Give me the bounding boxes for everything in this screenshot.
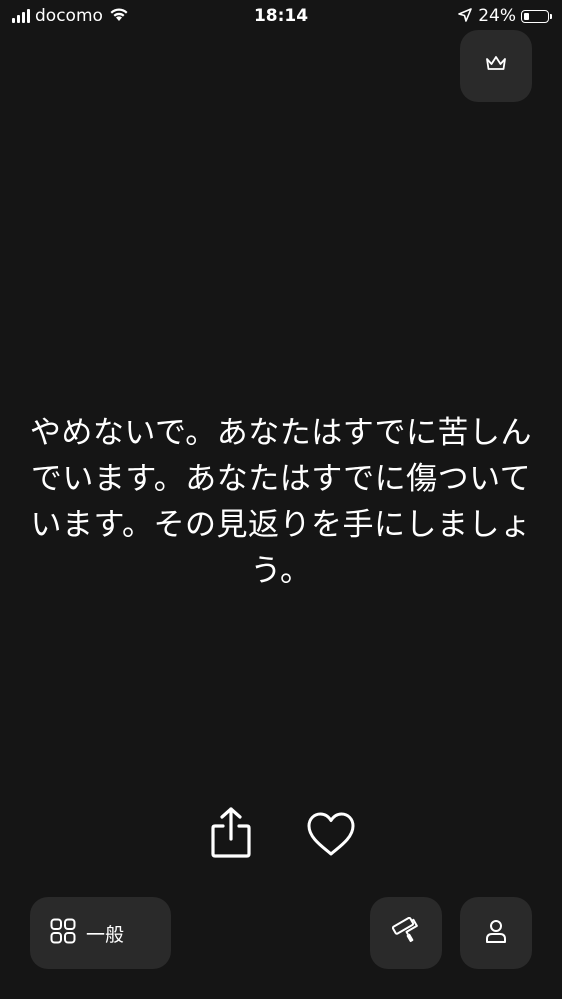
person-icon: [484, 918, 508, 948]
share-button[interactable]: [203, 806, 259, 862]
battery-icon: [521, 9, 549, 23]
battery-level: [524, 12, 529, 20]
like-button[interactable]: [303, 808, 359, 864]
premium-button[interactable]: [460, 30, 532, 102]
paint-roller-icon: [391, 916, 420, 949]
heart-icon: [305, 811, 357, 861]
profile-button[interactable]: [460, 897, 532, 969]
quote-text: やめないで。あなたはすでに苦しんでいます。あなたはすでに傷ついています。その見返…: [29, 415, 533, 589]
grid-icon: [50, 918, 76, 948]
crown-icon: [484, 54, 508, 78]
category-label: 一般: [86, 923, 125, 946]
battery-nub: [550, 13, 552, 19]
status-right: 24%: [458, 4, 552, 28]
app-screen: docomo 18:14 24% やめないで。あなたはすでに苦しんでいます。あな…: [0, 0, 562, 999]
location-arrow-icon: [458, 7, 473, 26]
battery-percentage: 24%: [478, 6, 516, 26]
status-bar: docomo 18:14 24%: [0, 0, 562, 32]
theme-button[interactable]: [370, 897, 442, 969]
category-button[interactable]: 一般: [30, 897, 171, 969]
share-icon: [209, 806, 253, 862]
